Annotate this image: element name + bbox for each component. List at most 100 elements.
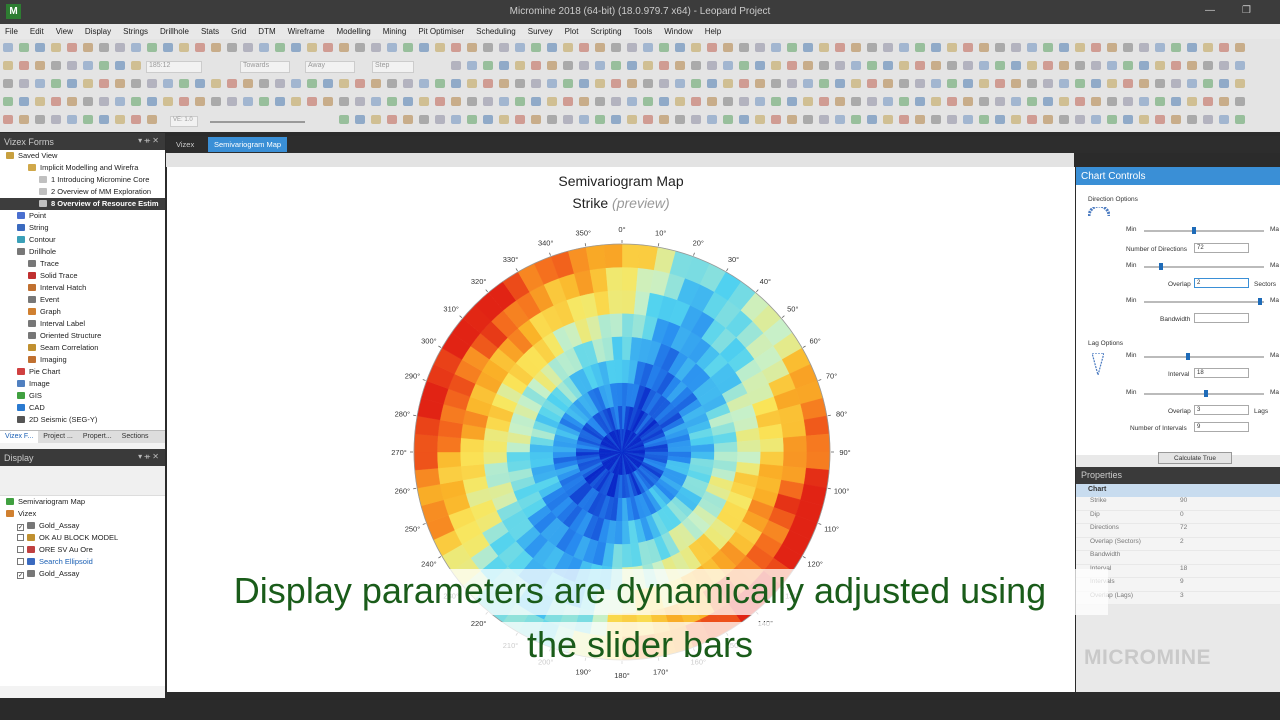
parameter-slider[interactable] — [1144, 263, 1264, 270]
toolbar-button[interactable] — [435, 43, 445, 52]
toolbar-button[interactable] — [915, 97, 925, 106]
toolbar-button[interactable] — [275, 97, 285, 106]
toolbar-button[interactable] — [1187, 97, 1197, 106]
toolbar-button[interactable] — [1043, 43, 1053, 52]
toolbar-button[interactable] — [1091, 43, 1101, 52]
toolbar-button[interactable] — [1171, 115, 1181, 124]
toolbar-button[interactable] — [931, 79, 941, 88]
toolbar-button[interactable] — [1155, 115, 1165, 124]
toolbar-button[interactable] — [419, 97, 429, 106]
toolbar-button[interactable] — [547, 97, 557, 106]
property-row[interactable]: Dip 0 — [1076, 511, 1280, 524]
toolbar-button[interactable] — [1027, 115, 1037, 124]
toolbar-button[interactable] — [627, 43, 637, 52]
tree-node[interactable]: Saved View — [0, 150, 165, 162]
toolbar-button[interactable] — [947, 115, 957, 124]
toolbar-button[interactable] — [355, 97, 365, 106]
interval-input[interactable]: 18 — [1194, 368, 1249, 378]
toolbar-button[interactable] — [515, 115, 525, 124]
toolbar-button[interactable] — [1139, 115, 1149, 124]
toolbar-button[interactable] — [595, 79, 605, 88]
toolbar-button[interactable] — [115, 97, 125, 106]
coord-field[interactable]: 185:12 — [146, 61, 202, 73]
slider-thumb[interactable] — [1191, 227, 1196, 234]
toolbar-button[interactable] — [691, 43, 701, 52]
toolbar-button[interactable] — [723, 79, 733, 88]
toolbar-button[interactable] — [531, 61, 541, 70]
slider-thumb[interactable] — [1257, 298, 1262, 305]
tree-node[interactable]: GIS — [0, 390, 165, 402]
restore-button[interactable]: ❐ — [1242, 5, 1251, 16]
toolbar-button[interactable] — [307, 79, 317, 88]
toolbar-button[interactable] — [115, 61, 125, 70]
toolbar-button[interactable] — [1203, 79, 1213, 88]
toolbar-button[interactable] — [499, 115, 509, 124]
toolbar-button[interactable] — [947, 43, 957, 52]
toolbar-button[interactable] — [659, 115, 669, 124]
toolbar-button[interactable] — [931, 97, 941, 106]
toolbar-button[interactable] — [323, 97, 333, 106]
toolbar-button[interactable] — [563, 97, 573, 106]
menu-mining[interactable]: Mining — [383, 27, 407, 36]
tree-node[interactable]: 2 Overview of MM Exploration — [0, 186, 165, 198]
toolbar-button[interactable] — [627, 79, 637, 88]
toolbar-button[interactable] — [1059, 61, 1069, 70]
toolbar-button[interactable] — [195, 97, 205, 106]
toolbar-button[interactable] — [131, 115, 141, 124]
toolbar-button[interactable] — [227, 97, 237, 106]
toolbar-button[interactable] — [1235, 61, 1245, 70]
toolbar-button[interactable] — [627, 115, 637, 124]
toolbar-button[interactable] — [1027, 43, 1037, 52]
toolbar-button[interactable] — [483, 43, 493, 52]
toolbar-button[interactable] — [739, 79, 749, 88]
toolbar-button[interactable] — [403, 115, 413, 124]
toolbar-button[interactable] — [867, 115, 877, 124]
toolbar-button[interactable] — [931, 115, 941, 124]
toolbar-button[interactable] — [1219, 97, 1229, 106]
toolbar-button[interactable] — [419, 79, 429, 88]
toolbar-button[interactable] — [387, 79, 397, 88]
toolbar-button[interactable] — [867, 61, 877, 70]
tree-node[interactable]: ORE SV Au Ore — [0, 544, 165, 556]
toolbar-button[interactable] — [515, 97, 525, 106]
toolbar-button[interactable] — [387, 97, 397, 106]
toolbar-button[interactable] — [83, 61, 93, 70]
toolbar-button[interactable] — [531, 97, 541, 106]
tree-node[interactable]: 2D Seismic (SEG-Y) — [0, 414, 165, 426]
toolbar-button[interactable] — [1107, 79, 1117, 88]
toolbar-button[interactable] — [995, 61, 1005, 70]
tree-node[interactable]: Imaging — [0, 354, 165, 366]
toolbar-button[interactable] — [51, 79, 61, 88]
menu-help[interactable]: Help — [705, 27, 721, 36]
tree-node[interactable]: String — [0, 222, 165, 234]
toolbar-button[interactable] — [547, 79, 557, 88]
toolbar-button[interactable] — [131, 43, 141, 52]
toolbar-button[interactable] — [995, 115, 1005, 124]
toolbar-button[interactable] — [1091, 61, 1101, 70]
toolbar-button[interactable] — [435, 79, 445, 88]
panel-tab[interactable]: Project ... — [38, 431, 78, 443]
tree-node[interactable]: 8 Overview of Resource Estim — [0, 198, 165, 210]
tab-semivariogram-map[interactable]: Semivariogram Map — [208, 137, 288, 152]
lag-overlap-input[interactable]: 3 — [1194, 405, 1249, 415]
toolbar-button[interactable] — [1155, 79, 1165, 88]
toolbar-button[interactable] — [723, 115, 733, 124]
toolbar-button[interactable] — [867, 43, 877, 52]
toolbar-button[interactable] — [995, 79, 1005, 88]
toolbar-button[interactable] — [595, 43, 605, 52]
toolbar-button[interactable] — [451, 79, 461, 88]
toolbar-button[interactable] — [835, 79, 845, 88]
toolbar-button[interactable] — [67, 115, 77, 124]
tree-node[interactable]: Point — [0, 210, 165, 222]
toolbar-button[interactable] — [883, 79, 893, 88]
toolbar-button[interactable] — [19, 61, 29, 70]
menu-window[interactable]: Window — [664, 27, 692, 36]
toolbar-button[interactable] — [403, 97, 413, 106]
toolbar-button[interactable] — [307, 43, 317, 52]
toolbar-button[interactable] — [835, 115, 845, 124]
toolbar-button[interactable] — [1043, 79, 1053, 88]
toolbar-button[interactable] — [1235, 115, 1245, 124]
toolbar-button[interactable] — [467, 79, 477, 88]
toolbar-button[interactable] — [1171, 79, 1181, 88]
toolbar-button[interactable] — [947, 97, 957, 106]
